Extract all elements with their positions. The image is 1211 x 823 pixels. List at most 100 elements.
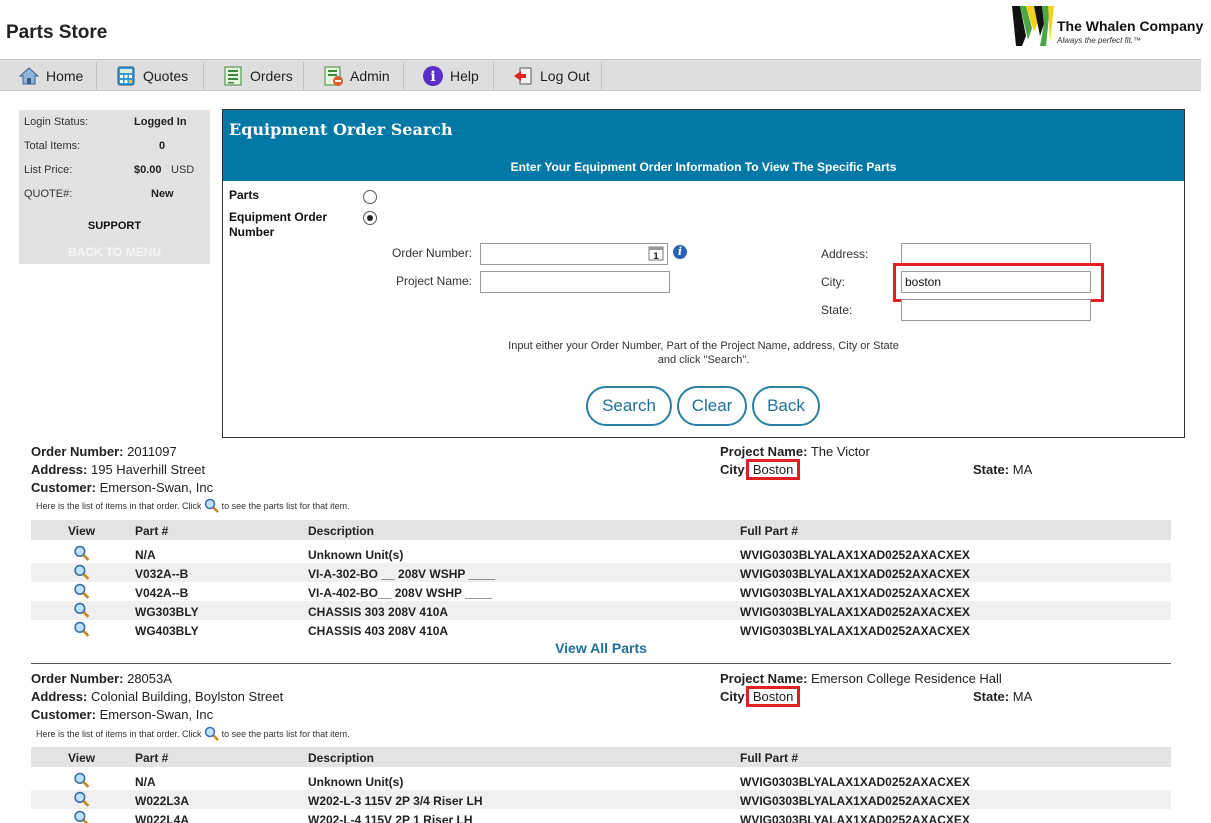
search-button[interactable]: Search	[586, 386, 672, 426]
company-logo: The Whalen Company Always the perfect fi…	[1012, 6, 1207, 46]
row-full-part: WVIG0303BLYALAX1XAD0252AXACXEX	[740, 567, 970, 581]
city-input[interactable]	[901, 271, 1091, 293]
row-full-part: WVIG0303BLYALAX1XAD0252AXACXEX	[740, 775, 970, 789]
logout-icon	[514, 67, 532, 85]
table-row: N/A Unknown Unit(s) WVIG0303BLYALAX1XAD0…	[31, 771, 1171, 790]
svg-text:i: i	[430, 69, 435, 85]
nav-help-label: Help	[450, 68, 479, 84]
row-full-part: WVIG0303BLYALAX1XAD0252AXACXEX	[740, 813, 970, 823]
option-equipment-label: Equipment Order Number	[229, 210, 328, 239]
view-magnifier-icon[interactable]	[73, 602, 91, 619]
order-number-line: Order Number: 28053A	[31, 671, 172, 686]
order-state-key: State:	[973, 462, 1010, 477]
row-part: W022L3A	[135, 794, 190, 808]
logo-text: The Whalen Company	[1057, 18, 1204, 34]
search-panel-header: Equipment Order Search Enter Your Equipm…	[223, 110, 1184, 181]
order-state-value: MA	[1012, 462, 1033, 477]
order-state-line: State: MA	[973, 689, 1032, 704]
view-magnifier-icon[interactable]	[73, 583, 91, 600]
quote-value: New	[151, 188, 174, 200]
order-hint-post: to see the parts list for that item.	[221, 729, 350, 739]
row-part: WG303BLY	[135, 605, 199, 619]
nav-help[interactable]: i Help	[404, 62, 494, 90]
address-label: Address:	[821, 247, 869, 261]
order-city-key: City:	[720, 689, 749, 704]
nav-logout[interactable]: Log Out	[494, 62, 602, 90]
search-hint-line1: Input either your Order Number, Part of …	[508, 340, 899, 352]
order-state-value: MA	[1012, 689, 1033, 704]
row-description: W202-L-3 115V 2P 3/4 Riser LH	[308, 794, 483, 808]
row-full-part: WVIG0303BLYALAX1XAD0252AXACXEX	[740, 548, 970, 562]
order-hint-post: to see the parts list for that item.	[221, 501, 350, 511]
equipment-order-search-panel: Equipment Order Search Enter Your Equipm…	[222, 109, 1185, 438]
back-to-menu-link[interactable]: BACK TO MENU	[19, 245, 210, 259]
nav-orders[interactable]: Orders	[204, 62, 304, 90]
nav-home[interactable]: Home	[0, 62, 97, 90]
order-customer-line: Customer: Emerson-Swan, Inc	[31, 707, 213, 722]
row-part: V042A--B	[135, 586, 189, 600]
col-description: Description	[308, 751, 375, 765]
order-city-line: City: Boston	[720, 459, 801, 480]
back-button[interactable]: Back	[752, 386, 820, 426]
list-price-label: List Price:	[24, 164, 73, 176]
order-project-line: Project Name: Emerson College Residence …	[720, 671, 1002, 686]
nav-logout-label: Log Out	[540, 68, 590, 84]
nav-quotes[interactable]: Quotes	[97, 62, 204, 90]
view-magnifier-icon[interactable]	[73, 545, 91, 562]
order-city-line: City: Boston	[720, 686, 801, 707]
order-address-line: Address: Colonial Building, Boylston Str…	[31, 689, 283, 704]
order-number-key: Order Number:	[31, 671, 124, 686]
order-number-value: 28053A	[127, 671, 172, 686]
table-row: WG303BLY CHASSIS 303 208V 410A WVIG0303B…	[31, 601, 1171, 620]
city-label: City:	[821, 275, 845, 289]
table-row: V042A--B VI-A-402-BO__ 208V WSHP ____ WV…	[31, 582, 1171, 601]
row-part: WG403BLY	[135, 624, 199, 638]
support-link[interactable]: SUPPORT	[19, 220, 210, 232]
parts-table-header: View Part # Description Full Part #	[31, 747, 1171, 767]
calendar-icon[interactable]: 1	[648, 245, 664, 261]
col-part: Part #	[135, 524, 169, 538]
info-icon[interactable]: i	[673, 245, 687, 259]
option-parts-radio[interactable]	[363, 190, 377, 204]
order-customer-line: Customer: Emerson-Swan, Inc	[31, 480, 213, 495]
total-items-row: Total Items: 0	[24, 140, 204, 156]
view-magnifier-icon[interactable]	[73, 810, 91, 823]
order-customer-value: Emerson-Swan, Inc	[99, 707, 214, 722]
view-magnifier-icon[interactable]	[73, 564, 91, 581]
nav-home-label: Home	[46, 68, 84, 84]
option-equipment-radio[interactable]	[363, 211, 377, 225]
project-name-input[interactable]	[480, 271, 670, 293]
state-input[interactable]	[901, 299, 1091, 321]
view-magnifier-icon[interactable]	[73, 621, 91, 638]
col-view: View	[68, 524, 96, 538]
row-description: VI-A-402-BO__ 208V WSHP ____	[308, 586, 492, 600]
address-input[interactable]	[901, 243, 1091, 265]
row-description: Unknown Unit(s)	[308, 775, 404, 789]
login-status-row: Login Status: Logged In	[24, 116, 204, 132]
order-customer-value: Emerson-Swan, Inc	[99, 480, 214, 495]
view-magnifier-icon[interactable]	[73, 791, 91, 808]
magnifier-icon	[204, 498, 219, 513]
order-address-value: Colonial Building, Boylston Street	[90, 689, 284, 704]
app-title: Parts Store	[6, 22, 108, 43]
order-number-line: Order Number: 2011097	[31, 444, 177, 459]
clear-button[interactable]: Clear	[677, 386, 747, 426]
search-panel-title: Equipment Order Search	[229, 120, 453, 139]
project-name-label: Project Name:	[396, 274, 473, 288]
search-panel-subtitle: Enter Your Equipment Order Information T…	[510, 160, 897, 174]
help-icon: i	[423, 66, 443, 86]
order-address-line: Address: 195 Haverhill Street	[31, 462, 205, 477]
svg-text:1: 1	[653, 252, 659, 261]
login-status-value: Logged In	[134, 116, 187, 128]
order-address-key: Address:	[31, 689, 88, 704]
order-city-value: Boston	[745, 459, 801, 480]
order-number-input[interactable]	[480, 243, 668, 265]
order-hint-pre: Here is the list of items in that order.…	[36, 729, 202, 739]
order-address-value: 195 Haverhill Street	[90, 462, 206, 477]
view-magnifier-icon[interactable]	[73, 772, 91, 789]
nav-admin-label: Admin	[350, 68, 390, 84]
view-all-parts-link[interactable]: View All Parts	[31, 640, 1171, 656]
order-number-value: 2011097	[127, 444, 177, 459]
nav-admin[interactable]: Admin	[304, 62, 404, 90]
table-row: V032A--B VI-A-302-BO __ 208V WSHP ____ W…	[31, 563, 1171, 582]
